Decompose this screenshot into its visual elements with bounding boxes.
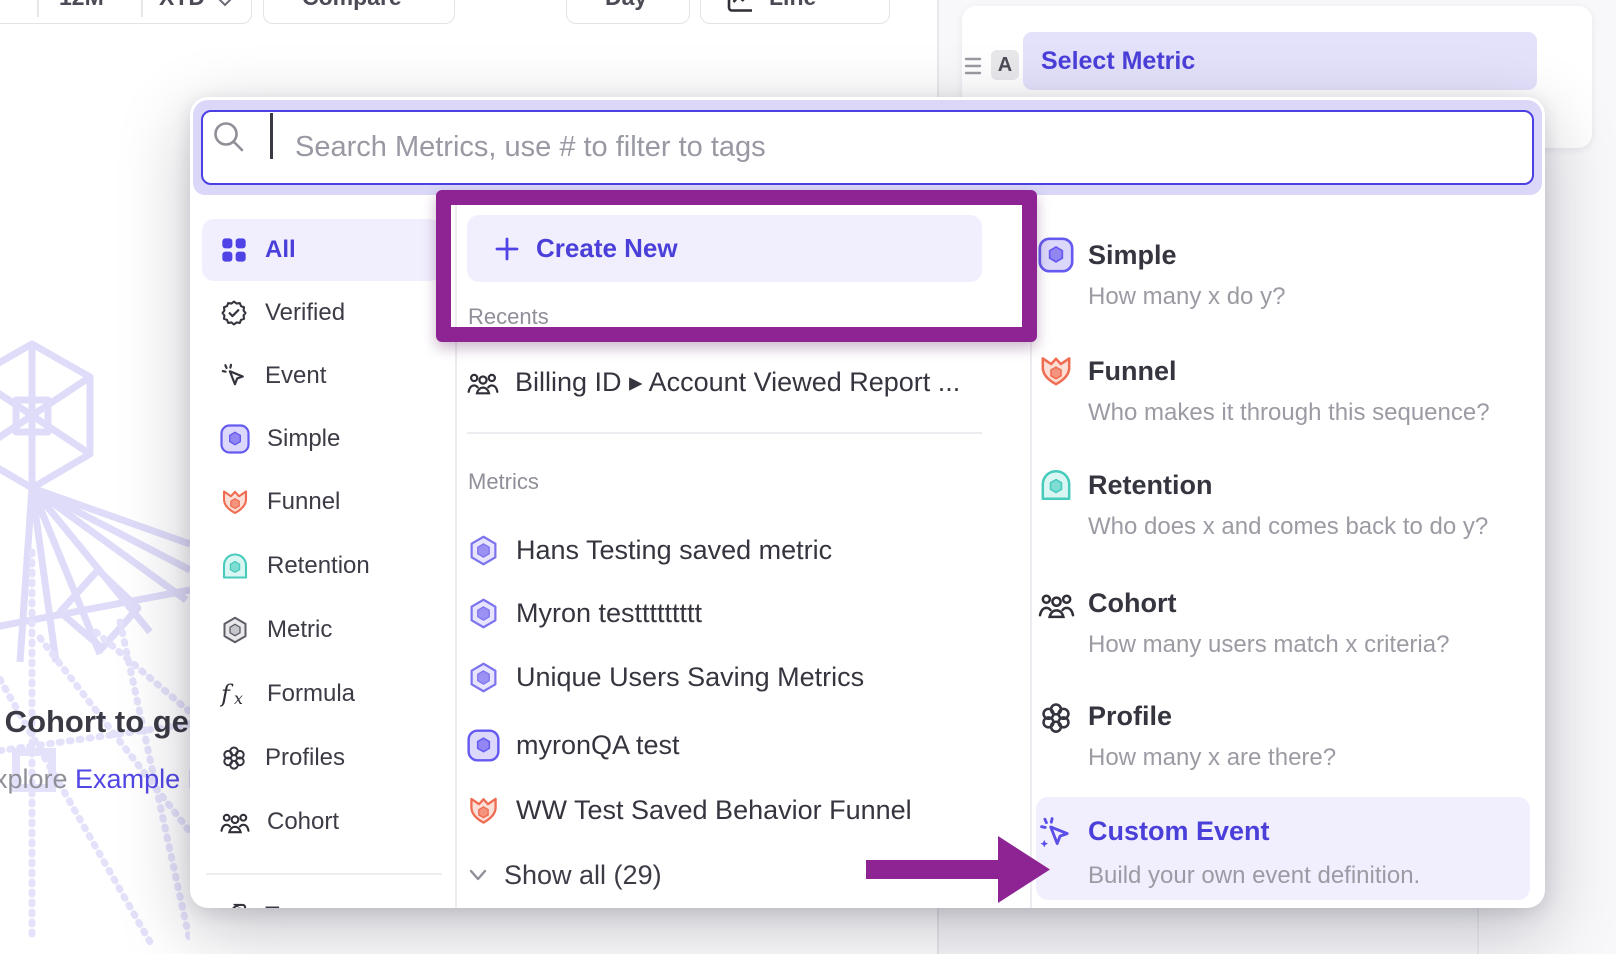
- saved-metric-hexagon-icon: [467, 534, 500, 567]
- sidebar-item-event[interactable]: Event: [202, 345, 442, 407]
- sidebar-item-funnel[interactable]: Funnel: [202, 471, 442, 533]
- empty-state-headline: r Cohort to ge: [0, 704, 189, 740]
- retention-arch-icon: [1038, 467, 1074, 503]
- type-retention-desc: Who does x and comes back to do y?: [1088, 513, 1488, 541]
- date-range-segmented-control[interactable]: 12M XTD: [0, 0, 252, 24]
- verified-seal-icon: [220, 299, 248, 327]
- type-cohort-desc: How many users match x criteria?: [1088, 631, 1449, 659]
- metric-list-item[interactable]: WW Test Saved Behavior Funnel: [467, 782, 912, 838]
- search-input[interactable]: [201, 110, 1534, 185]
- grid-icon: [220, 236, 248, 264]
- metric-picker-modal: All Verified Event Simple: [190, 97, 1545, 908]
- saved-metric-hexagon-icon: [467, 597, 500, 630]
- line-chart-icon: [725, 0, 755, 15]
- sidebar-item-formula[interactable]: ƒ x Formula: [202, 663, 442, 725]
- select-metric-pill[interactable]: Select Metric: [1023, 32, 1537, 90]
- retention-arch-icon: [220, 551, 250, 581]
- svg-text:ƒ: ƒ: [220, 680, 234, 708]
- recents-metrics-divider: [467, 432, 982, 434]
- sidebar-item-tags[interactable]: Tags: [202, 885, 442, 908]
- day-granularity-button[interactable]: Day: [566, 0, 690, 24]
- sidebar-item-profiles[interactable]: Profiles: [202, 727, 442, 789]
- range-12m-button[interactable]: 12M: [59, 0, 104, 11]
- compare-button[interactable]: Compare: [263, 0, 455, 24]
- simple-hexagon-box-icon: [467, 729, 500, 762]
- sidebar-section-divider: [206, 873, 442, 875]
- sidebar-item-simple[interactable]: Simple: [202, 408, 442, 470]
- drag-handle-icon[interactable]: [964, 55, 982, 77]
- sidebar-item-metric[interactable]: Metric: [202, 599, 442, 661]
- sidebar-item-cohort[interactable]: Cohort: [202, 791, 442, 853]
- funnel-icon: [467, 794, 500, 827]
- type-simple-desc: How many x do y?: [1088, 283, 1285, 311]
- cohort-people-icon: [1038, 589, 1075, 620]
- metric-list-item[interactable]: Hans Testing saved metric: [467, 522, 832, 578]
- metric-list-item[interactable]: myronQA test: [467, 717, 680, 773]
- cohort-people-icon: [467, 369, 499, 396]
- metric-list-item[interactable]: Unique Users Saving Metrics: [467, 649, 864, 705]
- cohort-people-icon: [220, 809, 250, 835]
- type-retention[interactable]: Retention: [1088, 470, 1213, 501]
- segment-divider: [141, 0, 143, 17]
- type-cohort[interactable]: Cohort: [1088, 588, 1176, 619]
- simple-hexagon-box-icon: [220, 424, 250, 454]
- range-xtd-button[interactable]: XTD: [159, 0, 205, 11]
- type-custom-event-desc: Build your own event definition.: [1088, 862, 1420, 890]
- recents-header: Recents: [468, 304, 549, 330]
- text-caret: [270, 113, 273, 159]
- type-profile[interactable]: Profile: [1088, 701, 1172, 732]
- list-divider: [1030, 195, 1032, 908]
- profiles-flower-icon: [220, 744, 248, 772]
- segment-divider: [37, 0, 39, 17]
- line-chart-type-button[interactable]: Line: [700, 0, 890, 24]
- event-cursor-icon: [220, 362, 248, 390]
- custom-event-cursor-icon: [1038, 815, 1074, 851]
- chevron-down-icon: [468, 868, 488, 882]
- metric-hexagon-icon: [220, 615, 250, 645]
- plus-icon: [493, 235, 521, 263]
- profiles-flower-icon: [1038, 700, 1074, 736]
- type-simple[interactable]: Simple: [1088, 240, 1177, 271]
- simple-hexagon-box-icon: [1038, 237, 1074, 273]
- empty-state-wireframe-illustration: [0, 332, 190, 954]
- metrics-header: Metrics: [468, 469, 539, 495]
- metric-list-item[interactable]: Myron testtttttttt: [467, 585, 702, 641]
- example-reports-link[interactable]: Example R: [75, 764, 207, 794]
- svg-text:x: x: [234, 689, 243, 708]
- funnel-icon: [220, 487, 250, 517]
- sidebar-divider: [455, 195, 457, 908]
- create-new-button[interactable]: Create New: [467, 215, 982, 282]
- tag-icon: [220, 902, 248, 908]
- explore-text: xplore: [0, 764, 75, 794]
- sidebar-item-retention[interactable]: Retention: [202, 535, 442, 597]
- formula-fx-icon: ƒ x: [220, 679, 250, 709]
- type-funnel-desc: Who makes it through this sequence?: [1088, 399, 1490, 427]
- show-all-toggle[interactable]: Show all (29): [468, 853, 662, 897]
- type-custom-event[interactable]: Custom Event: [1088, 816, 1270, 847]
- recent-item-billing-id[interactable]: Billing ID ▸ Account Viewed Report ...: [467, 354, 960, 410]
- screen: A Select Metric 12M XTD Compare Day Line: [0, 0, 1616, 954]
- sidebar-item-verified[interactable]: Verified: [202, 282, 442, 344]
- saved-metric-hexagon-icon: [467, 661, 500, 694]
- chevron-down-icon: [217, 0, 233, 7]
- funnel-icon: [1038, 353, 1074, 389]
- type-profile-desc: How many x are there?: [1088, 744, 1336, 772]
- series-badge: A: [991, 50, 1019, 80]
- background-divider: [1477, 908, 1479, 954]
- type-funnel[interactable]: Funnel: [1088, 356, 1177, 387]
- sidebar-item-all[interactable]: All: [202, 219, 442, 281]
- empty-state-explore-line: xplore Example R: [0, 764, 207, 795]
